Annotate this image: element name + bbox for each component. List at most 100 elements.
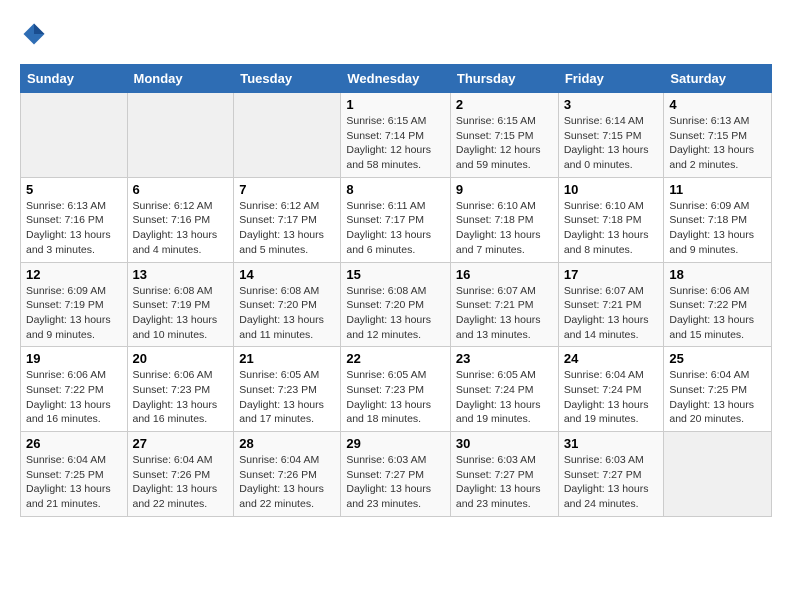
day-info: Sunrise: 6:08 AMSunset: 7:20 PMDaylight:… <box>239 284 335 343</box>
day-number: 4 <box>669 97 766 112</box>
day-cell: 9 Sunrise: 6:10 AMSunset: 7:18 PMDaylight… <box>450 177 558 262</box>
day-number: 30 <box>456 436 553 451</box>
day-cell: 15 Sunrise: 6:08 AMSunset: 7:20 PMDayligh… <box>341 262 451 347</box>
day-cell: 13 Sunrise: 6:08 AMSunset: 7:19 PMDayligh… <box>127 262 234 347</box>
day-number: 3 <box>564 97 659 112</box>
day-number: 18 <box>669 267 766 282</box>
week-row-5: 26 Sunrise: 6:04 AMSunset: 7:25 PMDayligh… <box>21 432 772 517</box>
day-number: 9 <box>456 182 553 197</box>
day-number: 8 <box>346 182 445 197</box>
day-cell: 17 Sunrise: 6:07 AMSunset: 7:21 PMDayligh… <box>558 262 664 347</box>
day-info: Sunrise: 6:10 AMSunset: 7:18 PMDaylight:… <box>564 199 659 258</box>
day-number: 15 <box>346 267 445 282</box>
day-cell: 26 Sunrise: 6:04 AMSunset: 7:25 PMDayligh… <box>21 432 128 517</box>
day-info: Sunrise: 6:03 AMSunset: 7:27 PMDaylight:… <box>346 453 445 512</box>
col-header-monday: Monday <box>127 65 234 93</box>
day-cell <box>127 93 234 178</box>
day-cell: 23Sunrise: 6:05 AMSunset: 7:24 PMDayligh… <box>450 347 558 432</box>
day-cell: 10 Sunrise: 6:10 AMSunset: 7:18 PMDayligh… <box>558 177 664 262</box>
day-info: Sunrise: 6:08 AMSunset: 7:19 PMDaylight:… <box>133 284 229 343</box>
day-info: Sunrise: 6:12 AMSunset: 7:16 PMDaylight:… <box>133 199 229 258</box>
day-info: Sunrise: 6:07 AMSunset: 7:21 PMDaylight:… <box>564 284 659 343</box>
day-info: Sunrise: 6:04 AMSunset: 7:25 PMDaylight:… <box>26 453 122 512</box>
col-header-thursday: Thursday <box>450 65 558 93</box>
day-number: 24 <box>564 351 659 366</box>
day-cell: 28 Sunrise: 6:04 AMSunset: 7:26 PMDayligh… <box>234 432 341 517</box>
day-cell: 11 Sunrise: 6:09 AMSunset: 7:18 PMDayligh… <box>664 177 772 262</box>
day-info: Sunrise: 6:11 AMSunset: 7:17 PMDaylight:… <box>346 199 445 258</box>
day-number: 17 <box>564 267 659 282</box>
day-cell: 5 Sunrise: 6:13 AMSunset: 7:16 PMDaylight… <box>21 177 128 262</box>
day-info: Sunrise: 6:07 AMSunset: 7:21 PMDaylight:… <box>456 284 553 343</box>
day-info: Sunrise: 6:05 AMSunset: 7:23 PMDaylight:… <box>346 368 445 427</box>
day-info: Sunrise: 6:03 AMSunset: 7:27 PMDaylight:… <box>564 453 659 512</box>
day-number: 1 <box>346 97 445 112</box>
week-row-4: 19 Sunrise: 6:06 AMSunset: 7:22 PMDayligh… <box>21 347 772 432</box>
day-info: Sunrise: 6:15 AMSunset: 7:15 PMDaylight:… <box>456 114 553 173</box>
day-info: Sunrise: 6:15 AMSunset: 7:14 PMDaylight:… <box>346 114 445 173</box>
day-info: Sunrise: 6:09 AMSunset: 7:18 PMDaylight:… <box>669 199 766 258</box>
day-cell: 21 Sunrise: 6:05 AMSunset: 7:23 PMDayligh… <box>234 347 341 432</box>
day-number: 22 <box>346 351 445 366</box>
day-number: 16 <box>456 267 553 282</box>
day-cell: 27 Sunrise: 6:04 AMSunset: 7:26 PMDayligh… <box>127 432 234 517</box>
day-info: Sunrise: 6:05 AMSunset: 7:23 PMDaylight:… <box>239 368 335 427</box>
day-cell: 18Sunrise: 6:06 AMSunset: 7:22 PMDayligh… <box>664 262 772 347</box>
day-number: 2 <box>456 97 553 112</box>
day-cell: 24 Sunrise: 6:04 AMSunset: 7:24 PMDayligh… <box>558 347 664 432</box>
day-number: 19 <box>26 351 122 366</box>
day-info: Sunrise: 6:06 AMSunset: 7:23 PMDaylight:… <box>133 368 229 427</box>
day-cell: 4Sunrise: 6:13 AMSunset: 7:15 PMDaylight… <box>664 93 772 178</box>
day-cell: 1 Sunrise: 6:15 AMSunset: 7:14 PMDaylight… <box>341 93 451 178</box>
logo-icon <box>20 20 48 48</box>
day-cell: 16 Sunrise: 6:07 AMSunset: 7:21 PMDayligh… <box>450 262 558 347</box>
calendar-table: SundayMondayTuesdayWednesdayThursdayFrid… <box>20 64 772 517</box>
day-number: 25 <box>669 351 766 366</box>
day-info: Sunrise: 6:14 AMSunset: 7:15 PMDaylight:… <box>564 114 659 173</box>
day-number: 14 <box>239 267 335 282</box>
day-number: 11 <box>669 182 766 197</box>
day-number: 5 <box>26 182 122 197</box>
day-number: 23 <box>456 351 553 366</box>
day-cell: 20 Sunrise: 6:06 AMSunset: 7:23 PMDayligh… <box>127 347 234 432</box>
day-number: 21 <box>239 351 335 366</box>
day-number: 29 <box>346 436 445 451</box>
day-info: Sunrise: 6:04 AMSunset: 7:24 PMDaylight:… <box>564 368 659 427</box>
day-cell <box>21 93 128 178</box>
day-number: 7 <box>239 182 335 197</box>
col-header-wednesday: Wednesday <box>341 65 451 93</box>
day-number: 27 <box>133 436 229 451</box>
day-cell: 22 Sunrise: 6:05 AMSunset: 7:23 PMDayligh… <box>341 347 451 432</box>
day-cell <box>664 432 772 517</box>
day-cell: 8 Sunrise: 6:11 AMSunset: 7:17 PMDaylight… <box>341 177 451 262</box>
day-info: Sunrise: 6:10 AMSunset: 7:18 PMDaylight:… <box>456 199 553 258</box>
day-info: Sunrise: 6:06 AMSunset: 7:22 PMDaylight:… <box>26 368 122 427</box>
day-info: Sunrise: 6:08 AMSunset: 7:20 PMDaylight:… <box>346 284 445 343</box>
week-row-3: 12Sunrise: 6:09 AMSunset: 7:19 PMDayligh… <box>21 262 772 347</box>
day-cell <box>234 93 341 178</box>
day-info: Sunrise: 6:03 AMSunset: 7:27 PMDaylight:… <box>456 453 553 512</box>
col-header-sunday: Sunday <box>21 65 128 93</box>
day-cell: 14 Sunrise: 6:08 AMSunset: 7:20 PMDayligh… <box>234 262 341 347</box>
day-cell: 19 Sunrise: 6:06 AMSunset: 7:22 PMDayligh… <box>21 347 128 432</box>
day-cell: 7 Sunrise: 6:12 AMSunset: 7:17 PMDaylight… <box>234 177 341 262</box>
day-number: 20 <box>133 351 229 366</box>
day-number: 6 <box>133 182 229 197</box>
day-number: 26 <box>26 436 122 451</box>
week-row-2: 5 Sunrise: 6:13 AMSunset: 7:16 PMDaylight… <box>21 177 772 262</box>
day-number: 28 <box>239 436 335 451</box>
day-cell: 31 Sunrise: 6:03 AMSunset: 7:27 PMDayligh… <box>558 432 664 517</box>
day-info: Sunrise: 6:04 AMSunset: 7:26 PMDaylight:… <box>133 453 229 512</box>
col-header-friday: Friday <box>558 65 664 93</box>
day-cell: 25 Sunrise: 6:04 AMSunset: 7:25 PMDayligh… <box>664 347 772 432</box>
logo <box>20 20 52 48</box>
day-number: 13 <box>133 267 229 282</box>
day-info: Sunrise: 6:04 AMSunset: 7:25 PMDaylight:… <box>669 368 766 427</box>
day-number: 10 <box>564 182 659 197</box>
day-number: 31 <box>564 436 659 451</box>
day-cell: 12Sunrise: 6:09 AMSunset: 7:19 PMDayligh… <box>21 262 128 347</box>
day-info: Sunrise: 6:13 AMSunset: 7:16 PMDaylight:… <box>26 199 122 258</box>
day-info: Sunrise: 6:12 AMSunset: 7:17 PMDaylight:… <box>239 199 335 258</box>
day-cell: 29 Sunrise: 6:03 AMSunset: 7:27 PMDayligh… <box>341 432 451 517</box>
day-info: Sunrise: 6:04 AMSunset: 7:26 PMDaylight:… <box>239 453 335 512</box>
